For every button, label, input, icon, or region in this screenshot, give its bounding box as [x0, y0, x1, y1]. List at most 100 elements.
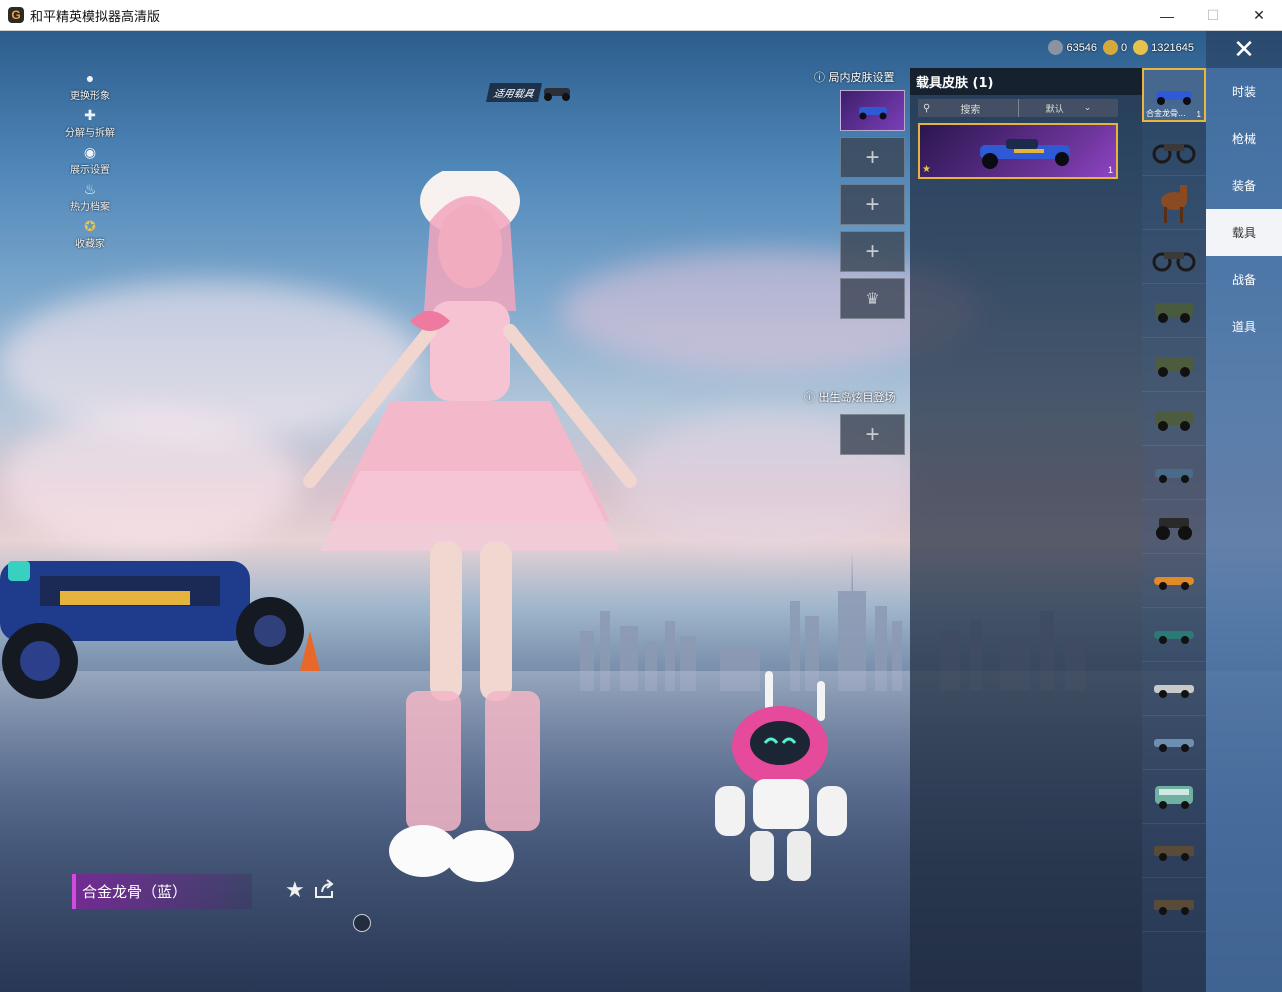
change-appearance-label: 更换形象	[70, 91, 110, 102]
monster-truck-icon	[1156, 517, 1192, 540]
silver-currency: 63546	[1048, 40, 1097, 55]
applicable-vehicle-tag[interactable]: 适用载具	[485, 82, 574, 102]
tab-weapons[interactable]: 枪械	[1206, 115, 1282, 162]
vehicle-item-monster-truck[interactable]	[1142, 500, 1206, 554]
vehicle-item-jeep-2[interactable]	[1142, 338, 1206, 392]
sports-car-icon	[1154, 630, 1194, 644]
van-icon	[1155, 785, 1193, 809]
game-scene: ● 更换形象 ✚ 分解与拆解 ◉ 展示设置 ♨ 热力档案 ✪ 收藏家 适用载具	[0, 31, 1282, 992]
eye-icon: ◉	[83, 143, 97, 160]
skin-slot-3[interactable]: +	[840, 184, 905, 225]
display-settings-button[interactable]: ◉ 展示设置	[58, 141, 122, 178]
decompose-button[interactable]: ✚ 分解与拆解	[58, 104, 122, 141]
gold-coin-icon	[1133, 40, 1149, 55]
gold-badge-currency: 0	[1103, 40, 1127, 55]
skin-slot-2[interactable]: +	[840, 137, 905, 178]
vehicle-item-van[interactable]	[1142, 770, 1206, 824]
silver-coin-icon	[1048, 40, 1064, 55]
minimize-button[interactable]: —	[1144, 0, 1190, 31]
help-icon: ⓘ	[804, 391, 815, 404]
kart-thumbnail-icon	[544, 88, 570, 101]
close-panel-button[interactable]: ✕	[1206, 31, 1282, 68]
vehicle-skin-card[interactable]: ★ 1	[918, 123, 1118, 179]
tab-equipment[interactable]: 装备	[1206, 162, 1282, 209]
vehicle-item-count: 1	[1196, 110, 1201, 119]
muscle-car-icon	[1154, 684, 1194, 698]
collector-badge-icon: ✪	[84, 217, 96, 234]
spawn-entrance-slot[interactable]: +	[840, 414, 905, 455]
sedan-icon	[1155, 468, 1193, 483]
window-controls: — ☐ ✕	[1144, 0, 1282, 31]
sort-dropdown[interactable]: 默认 ⌄	[1018, 99, 1118, 117]
rotate-view-icon[interactable]	[353, 914, 371, 932]
collector-button[interactable]: ✪ 收藏家	[58, 215, 122, 252]
vehicle-item-muscle-car[interactable]	[1142, 662, 1206, 716]
maximize-button[interactable]: ☐	[1190, 0, 1236, 31]
applicable-vehicle-label: 适用载具	[485, 82, 543, 102]
search-icon: ⚲	[923, 102, 931, 114]
horse-icon	[1161, 184, 1187, 223]
search-placeholder: 搜索	[960, 104, 981, 116]
decompose-label: 分解与拆解	[65, 128, 115, 139]
close-icon: ✕	[1233, 34, 1255, 64]
star-icon: ★	[922, 164, 931, 175]
motorcycle-icon	[1152, 251, 1196, 271]
silver-currency-value: 63546	[1066, 41, 1098, 54]
share-icon[interactable]	[313, 879, 335, 899]
window-title: 和平精英模拟器高清版	[30, 9, 161, 25]
vehicle-item-kart[interactable]: 合金龙骨... 1	[1142, 68, 1206, 122]
help-icon: ⓘ	[814, 71, 825, 84]
search-sort-row: ⚲ 搜索 默认 ⌄	[918, 99, 1118, 117]
skin-slot-4[interactable]: +	[840, 231, 905, 272]
pickup-icon	[1154, 845, 1194, 861]
heat-archive-button[interactable]: ♨ 热力档案	[58, 178, 122, 215]
gold-coin-currency: 1321645	[1133, 40, 1194, 55]
vehicle-item-pickup-2[interactable]	[1142, 878, 1206, 932]
vehicle-item-pickup[interactable]	[1142, 824, 1206, 878]
search-input[interactable]: ⚲ 搜索	[918, 99, 1018, 117]
tab-props[interactable]: 道具	[1206, 303, 1282, 350]
kart-icon	[1156, 91, 1192, 105]
skin-card-count: 1	[1107, 165, 1113, 175]
kart-thumbnail-icon	[858, 106, 887, 119]
collector-label: 收藏家	[75, 239, 105, 250]
chevron-down-icon: ⌄	[1083, 103, 1092, 113]
tab-supplies[interactable]: 战备	[1206, 256, 1282, 303]
coupe-icon	[1154, 738, 1194, 752]
change-appearance-button[interactable]: ● 更换形象	[58, 67, 122, 104]
close-window-button[interactable]: ✕	[1236, 0, 1282, 31]
in-game-skin-settings-header[interactable]: ⓘ 局内皮肤设置	[814, 69, 895, 85]
window-titlebar: G 和平精英模拟器高清版 — ☐ ✕	[0, 0, 1282, 31]
vehicle-item-jeep[interactable]	[1142, 284, 1206, 338]
vehicle-skin-panel: 载具皮肤 (1) ⚲ 搜索 默认 ⌄ ★ 1	[910, 68, 1142, 992]
robot-pet-model	[715, 671, 847, 881]
item-name-plate: 合金龙骨（蓝）	[72, 874, 252, 909]
sports-car-icon	[1154, 576, 1194, 590]
puzzle-icon: ✚	[84, 106, 96, 123]
vehicle-item-sports-car-teal[interactable]	[1142, 608, 1206, 662]
app-logo-icon: G	[8, 7, 24, 23]
spawn-island-entrance-label: 出生岛炫目登场	[818, 391, 896, 404]
pickup-icon	[1154, 899, 1194, 915]
in-game-skin-settings-label: 局内皮肤设置	[828, 71, 895, 84]
crown-icon: ♛	[865, 290, 880, 308]
spawn-island-entrance-header[interactable]: ⓘ 出生岛炫目登场	[804, 389, 896, 405]
tab-fashion[interactable]: 时装	[1206, 68, 1282, 115]
player-character-model	[303, 171, 637, 882]
motorcycle-icon	[1152, 143, 1196, 163]
jeep-icon	[1155, 302, 1193, 323]
tab-vehicles[interactable]: 载具	[1206, 209, 1282, 256]
vehicle-item-jeep-3[interactable]	[1142, 392, 1206, 446]
vehicle-item-horse[interactable]	[1142, 176, 1206, 230]
vehicle-item-motorcycle-2[interactable]	[1142, 230, 1206, 284]
favorite-star-icon[interactable]: ★	[285, 877, 305, 903]
jeep-icon	[1155, 356, 1193, 377]
vehicle-item-coupe[interactable]	[1142, 716, 1206, 770]
vehicle-skin-title: 载具皮肤 (1)	[910, 68, 1142, 95]
vehicle-item-sedan[interactable]	[1142, 446, 1206, 500]
vehicle-item-sports-car-orange[interactable]	[1142, 554, 1206, 608]
skin-slot-1[interactable]	[840, 90, 905, 131]
vehicle-item-motorcycle[interactable]	[1142, 122, 1206, 176]
sort-label: 默认	[1045, 104, 1064, 115]
skin-slot-locked[interactable]: ♛	[840, 278, 905, 319]
